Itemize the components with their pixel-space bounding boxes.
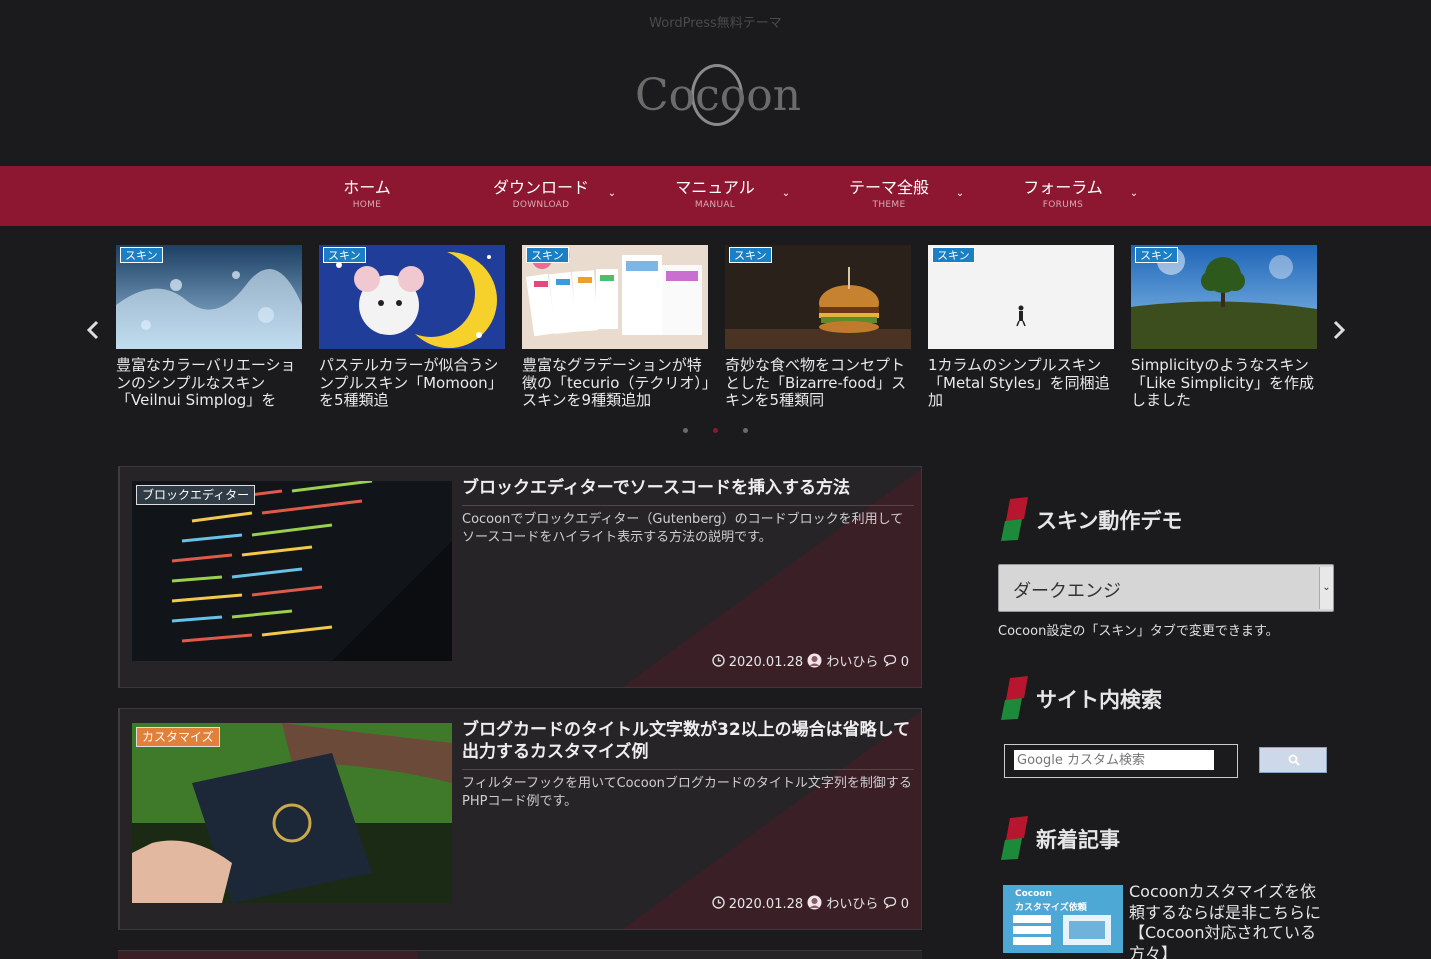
carousel-prev-icon[interactable] — [83, 316, 103, 344]
widget-heading: サイト内検索 — [1000, 676, 1340, 720]
widget-heading-text: サイト内検索 — [1036, 688, 1162, 712]
nav-sub-label: MANUAL — [694, 200, 736, 210]
post-author[interactable]: わいひら — [826, 655, 878, 671]
nav-item-manual[interactable]: マニュアル MANUAL ⌄ — [628, 166, 802, 226]
slide-category-badge: スキン — [1135, 247, 1178, 263]
skin-select-value: ダークエンジ — [1013, 581, 1121, 602]
post-thumbnail: ブロックエディター — [132, 481, 452, 661]
post-category-badge: カスタマイズ — [136, 727, 220, 747]
slide-category-badge: スキン — [526, 247, 569, 263]
post-thumbnail: カスタマイズ — [132, 723, 452, 903]
comment-icon — [883, 654, 897, 672]
post-comment-count: 0 — [900, 897, 909, 912]
slide-title[interactable]: 豊富なグラデーションが特徴の「tecurio（テクリオ）」スキンを9種類追加 — [522, 357, 712, 409]
carousel-slide[interactable]: スキン 豊富なグラデーションが特徴の「tecurio（テクリオ）」スキンを9種類… — [522, 245, 709, 415]
slide-category-badge: スキン — [120, 247, 163, 263]
chevron-down-icon: ⌄ — [781, 188, 791, 199]
nav-label: マニュアル — [675, 178, 755, 197]
post-card[interactable]: カスタマイズ ブログカードのタイトル文字数が32以上の場合は省略して出力するカス… — [118, 708, 922, 930]
heading-mark-icon — [1001, 497, 1028, 541]
widget-heading-text: 新着記事 — [1036, 828, 1120, 852]
carousel-dot[interactable] — [713, 428, 718, 433]
new-post-title[interactable]: Cocoonカスタマイズを依頼するならば是非こちらに【Cocoon対応されている… — [1129, 882, 1329, 959]
heading-mark-icon — [1001, 676, 1028, 720]
post-excerpt: Cocoonでブロックエディター（Gutenberg）のコードブロックを利用して… — [462, 512, 904, 545]
carousel-next-icon[interactable] — [1329, 316, 1349, 344]
nav-sub-label: HOME — [352, 200, 382, 210]
slide-title[interactable]: 1カラムのシンプルスキン「Metal Styles」を同梱追加 — [928, 357, 1118, 409]
slide-title[interactable]: パステルカラーが似合うシンプルスキン「Momoon」を5種類追 — [319, 357, 509, 409]
heading-mark-icon — [1001, 816, 1028, 860]
chevron-down-icon: ⌄ — [955, 188, 965, 199]
post-excerpt: フィルターフックを用いてCocoonブログカードのタイトル文字列を制御するPHP… — [462, 776, 912, 809]
avatar[interactable] — [807, 653, 822, 673]
post-category-badge: ブロックエディター — [136, 485, 256, 505]
carousel-dots — [676, 428, 756, 438]
chevron-down-icon: ⌄ — [1319, 567, 1333, 609]
post-title[interactable]: ブログカードのタイトル文字数が32以上の場合は省略して出力するカスタマイズ例 — [462, 719, 914, 770]
post-date: 2020.01.28 — [728, 897, 804, 912]
site-tagline: WordPress無料テーマ — [649, 16, 782, 31]
carousel-slide[interactable]: スキン Simplicityのようなスキン「Like Simplicity」を作… — [1131, 245, 1317, 415]
skin-note: Cocoon設定の「スキン」タブで変更できます。 — [998, 624, 1279, 639]
thumb-illustration — [1013, 915, 1111, 945]
nav-label: フォーラム — [1023, 178, 1103, 197]
post-card[interactable] — [118, 950, 922, 959]
skin-select[interactable]: ダークエンジ ⌄ — [998, 564, 1334, 612]
comment-icon — [883, 896, 897, 914]
nav-item-download[interactable]: ダウンロード DOWNLOAD ⌄ — [454, 166, 628, 226]
slide-category-badge: スキン — [323, 247, 366, 263]
site-logo[interactable]: Cocoon — [615, 62, 815, 132]
search-button[interactable] — [1259, 747, 1327, 773]
slide-title[interactable]: 豊富なカラーバリエーションのシンプルなスキン「Veilnui Simplog」を — [116, 357, 306, 409]
nav-label: ホーム — [343, 178, 391, 197]
chevron-down-icon: ⌄ — [1129, 188, 1139, 199]
slide-category-badge: スキン — [729, 247, 772, 263]
carousel-slide[interactable]: スキン 奇妙な食べ物をコンセプトとした「Bizarre-food」スキンを5種類… — [725, 245, 911, 415]
search-icon — [1288, 754, 1300, 766]
nav-sub-label: FORUMS — [1042, 200, 1084, 210]
logo-text: Cocoon — [635, 70, 802, 121]
nav-sub-label: THEME — [872, 200, 906, 210]
widget-heading: スキン動作デモ — [1000, 497, 1340, 541]
card-background-decoration — [118, 951, 418, 959]
post-meta: 2020.01.28 わいひら 0 — [711, 653, 909, 672]
widget-heading: 新着記事 — [1000, 816, 1340, 860]
search-input[interactable] — [1014, 750, 1214, 770]
clock-icon — [711, 654, 725, 672]
carousel-slide[interactable]: スキン 豊富なカラーバリエーションのシンプルなスキン「Veilnui Simpl… — [116, 245, 302, 415]
post-meta: 2020.01.28 わいひら 0 — [711, 895, 909, 914]
post-title[interactable]: ブロックエディターでソースコードを挿入する方法 — [462, 477, 914, 506]
search-box — [1004, 744, 1238, 778]
nav-item-home[interactable]: ホーム HOME — [280, 166, 454, 226]
avatar[interactable] — [807, 895, 822, 915]
nav-item-forums[interactable]: フォーラム FORUMS ⌄ — [976, 166, 1150, 226]
new-post-thumbnail[interactable]: Cocoon カスタマイズ依頼 — [1003, 885, 1123, 953]
slide-category-badge: スキン — [932, 247, 975, 263]
post-comment-count: 0 — [900, 655, 909, 670]
nav-item-theme[interactable]: テーマ全般 THEME ⌄ — [802, 166, 976, 226]
widget-heading-text: スキン動作デモ — [1036, 509, 1183, 533]
nav-label: テーマ全般 — [848, 178, 929, 197]
post-date: 2020.01.28 — [728, 655, 804, 670]
slide-title[interactable]: Simplicityのようなスキン「Like Simplicity」を作成しまし… — [1131, 357, 1321, 409]
post-card[interactable]: ブロックエディター ブロックエディターでソースコードを挿入する方法 Cocoon… — [118, 466, 922, 688]
nav-sub-label: DOWNLOAD — [512, 200, 570, 210]
chevron-down-icon: ⌄ — [607, 188, 617, 199]
post-author[interactable]: わいひら — [826, 897, 878, 913]
slide-title[interactable]: 奇妙な食べ物をコンセプトとした「Bizarre-food」スキンを5種類同 — [725, 357, 915, 409]
global-nav: ホーム HOME ダウンロード DOWNLOAD ⌄ マニュアル MANUAL … — [0, 166, 1431, 226]
nav-label: ダウンロード — [492, 178, 589, 197]
carousel-slide[interactable]: スキン 1カラムのシンプルスキン「Metal Styles」を同梱追加 — [928, 245, 1114, 415]
carousel-slide[interactable]: スキン パステルカラーが似合うシンプルスキン「Momoon」を5種類追 — [319, 245, 505, 415]
carousel-dot[interactable] — [743, 428, 748, 433]
clock-icon — [711, 896, 725, 914]
carousel-dot[interactable] — [683, 428, 688, 433]
